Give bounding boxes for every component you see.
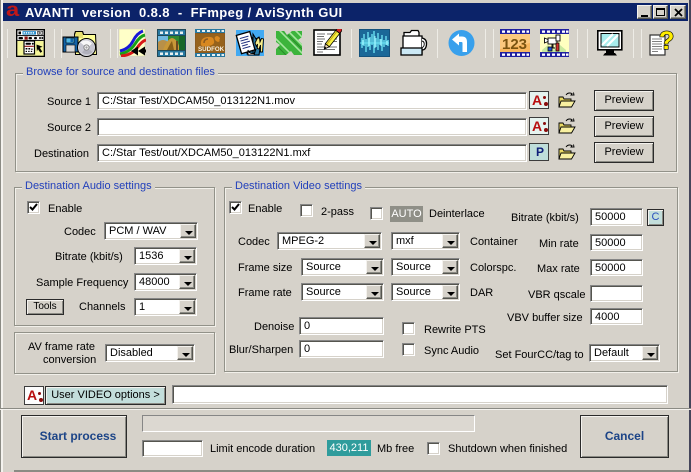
svg-text:?: ? (659, 29, 674, 55)
svg-text:123: 123 (502, 36, 527, 53)
svg-text:SUDFOK: SUDFOK (198, 46, 225, 53)
